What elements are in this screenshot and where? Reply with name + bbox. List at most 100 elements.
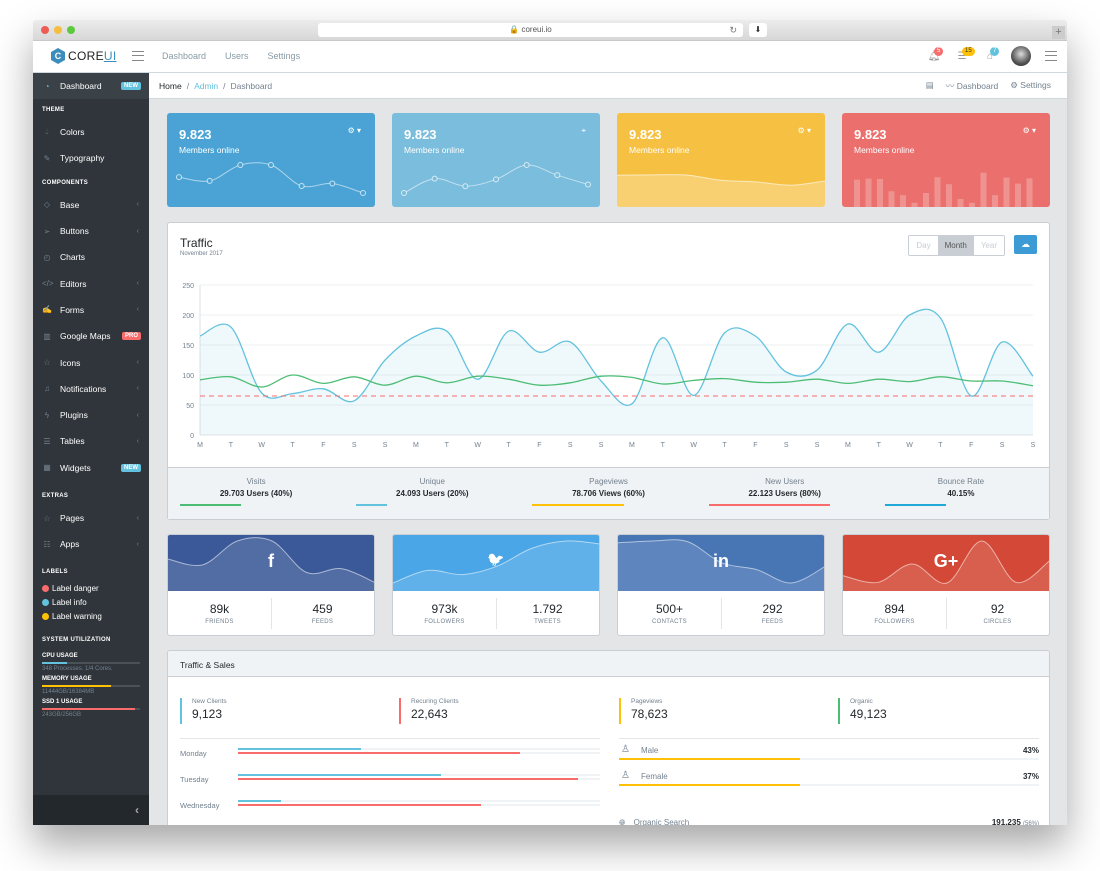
map-pin-icon[interactable]: ⌖ bbox=[581, 126, 586, 136]
util-progress-fill bbox=[42, 685, 111, 688]
energy-icon: ϟ bbox=[44, 410, 50, 420]
label-danger[interactable]: Label danger bbox=[33, 581, 149, 595]
widget-bar bbox=[900, 195, 906, 207]
aside-toggle-icon[interactable] bbox=[1045, 51, 1057, 61]
top-nav-dashboard[interactable]: Dashboard bbox=[162, 51, 206, 61]
x-tick-label: T bbox=[290, 442, 295, 449]
breadcrumb-menu-dashboard[interactable]: 〰 Dashboard bbox=[946, 80, 998, 92]
new-tab-button[interactable]: + bbox=[1052, 26, 1065, 39]
label-info[interactable]: Label info bbox=[33, 595, 149, 609]
download-icon[interactable]: ⬇ bbox=[749, 23, 767, 37]
x-tick-label: S bbox=[352, 442, 357, 449]
social-stat: 973k FOLLOWERS bbox=[393, 591, 496, 635]
top-nav-users[interactable]: Users bbox=[225, 51, 249, 61]
traffic-stat: Unique 24.093 Users (20%) bbox=[344, 468, 520, 519]
gear-icon[interactable]: ⚙ ▾ bbox=[1023, 126, 1036, 135]
sidebar-item-editors[interactable]: </> Editors ‹ bbox=[33, 270, 149, 296]
sidebar-item-charts[interactable]: ◴ Charts bbox=[33, 244, 149, 270]
bell-icon[interactable]: 🔔︎ 5 bbox=[927, 46, 944, 62]
map-pin-icon[interactable]: ⌂ 7 bbox=[983, 46, 1000, 62]
period-toggle: Day Month Year bbox=[908, 235, 1005, 256]
layers-icon: ☷ bbox=[43, 539, 51, 549]
social-stat: 89k FRIENDS bbox=[168, 591, 271, 635]
sidebar-item-icons[interactable]: ☆ Icons ‹ bbox=[33, 349, 149, 375]
traffic-stat-value: 24.093 Users (20%) bbox=[396, 489, 469, 498]
social-stat-value: 89k bbox=[209, 602, 230, 616]
y-tick-label: 50 bbox=[186, 403, 194, 410]
util-title: CPU USAGE bbox=[42, 653, 78, 660]
social-stat-label: CIRCLES bbox=[983, 619, 1012, 625]
sidebar-item-buttons[interactable]: ➢ Buttons ‹ bbox=[33, 218, 149, 244]
sidebar-item-typography[interactable]: ✎ Typography bbox=[33, 145, 149, 171]
sidebar-item-plugins[interactable]: ϟ Plugins ‹ bbox=[33, 402, 149, 428]
list-icon[interactable]: ☰ 15 bbox=[955, 46, 975, 62]
breadcrumb-dashboard: Dashboard bbox=[230, 80, 273, 91]
gear-icon[interactable]: ⚙ ▾ bbox=[348, 126, 361, 135]
sidebar-minimizer[interactable]: ‹ bbox=[33, 795, 149, 825]
sidebar-item-forms[interactable]: ✍ Forms ‹ bbox=[33, 297, 149, 323]
chevron-left-icon: ‹ bbox=[136, 227, 139, 235]
traffic-subtitle: November 2017 bbox=[180, 251, 223, 257]
drop-icon: 💧︎ bbox=[45, 127, 49, 137]
logo[interactable]: C COREUI bbox=[51, 48, 116, 64]
label-warning[interactable]: Label warning bbox=[33, 609, 149, 623]
traffic-chart: 0 50 100 150 200 250 M T W T F S S M T W T F S S M T W T F S S M T W T… bbox=[182, 283, 1035, 449]
social-stat-value: 92 bbox=[990, 602, 1005, 616]
cloud-download-button[interactable]: ☁ bbox=[1014, 235, 1037, 254]
top-nav-settings[interactable]: Settings bbox=[268, 51, 301, 61]
close-window-button[interactable] bbox=[41, 26, 49, 34]
sidebar-item-pages[interactable]: ☆ Pages ‹ bbox=[33, 505, 149, 531]
callout: New Clients 9,123 bbox=[180, 698, 227, 724]
breadcrumb-menu-settings[interactable]: ⚙ Settings bbox=[1010, 80, 1051, 91]
x-tick-label: T bbox=[661, 442, 666, 449]
chevron-left-icon: ‹ bbox=[136, 411, 139, 419]
maximize-window-button[interactable] bbox=[67, 26, 75, 34]
new-badge: NEW bbox=[121, 82, 141, 90]
widget-point bbox=[523, 162, 530, 168]
sidebar-item-base[interactable]: ◇ Base ‹ bbox=[33, 192, 149, 218]
x-tick-label: T bbox=[229, 442, 234, 449]
series-area bbox=[200, 309, 1033, 435]
util-progress bbox=[42, 685, 140, 688]
util-ssd: SSD 1 USAGE 243GB/256GB bbox=[42, 699, 140, 718]
widget-point bbox=[268, 162, 274, 168]
period-month-button[interactable]: Month bbox=[937, 236, 974, 255]
x-tick-label: S bbox=[815, 442, 820, 449]
breadcrumb-home[interactable]: Home bbox=[159, 81, 182, 91]
period-year-button[interactable]: Year bbox=[973, 236, 1004, 255]
url-bar[interactable]: 🔒 coreui.io ↻ bbox=[318, 23, 743, 37]
sidebar-item-widgets[interactable]: ▦ Widgets NEW bbox=[33, 455, 149, 481]
divider bbox=[619, 738, 1039, 739]
x-tick-label: F bbox=[753, 442, 757, 449]
social-stat-label: TWEETS bbox=[534, 619, 561, 625]
social-header: in bbox=[618, 535, 824, 591]
callout-label: Recuring Clients bbox=[411, 698, 459, 705]
sidebar-item-tables[interactable]: ☰ Tables ‹ bbox=[33, 428, 149, 454]
period-day-button[interactable]: Day bbox=[909, 236, 938, 255]
speech-icon[interactable]: ▤ bbox=[926, 80, 934, 91]
minimize-window-button[interactable] bbox=[54, 26, 62, 34]
sidebar-item-notifications[interactable]: ♫ Notifications ‹ bbox=[33, 376, 149, 402]
sidebar-item-label: Charts bbox=[60, 252, 86, 263]
reload-icon[interactable]: ↻ bbox=[729, 23, 737, 37]
sidebar-item-dashboard[interactable]: ◔ Dashboard NEW bbox=[33, 73, 149, 99]
gear-icon[interactable]: ⚙ ▾ bbox=[798, 126, 811, 135]
sidebar-item-label: Colors bbox=[60, 127, 85, 138]
traffic-stat-value: 40.15% bbox=[947, 489, 975, 498]
sidebar-item-apps[interactable]: ☷ Apps ‹ bbox=[33, 531, 149, 557]
graph-icon: 〰 bbox=[945, 80, 955, 91]
breadcrumb-admin[interactable]: Admin bbox=[194, 81, 218, 91]
traffic-stat-progress bbox=[356, 504, 387, 506]
avatar[interactable] bbox=[1011, 46, 1031, 66]
widget-sparkline bbox=[854, 172, 1033, 207]
widget-bar bbox=[957, 198, 964, 207]
sidebar-item-label: Plugins bbox=[60, 410, 88, 421]
social-stat-value: 292 bbox=[762, 602, 783, 616]
top-nav: Dashboard Users Settings bbox=[162, 51, 300, 61]
util-memory: MEMORY USAGE 11444GB/16384MB bbox=[42, 676, 140, 695]
globe-icon: 🌐︎ bbox=[619, 818, 626, 825]
util-sub: 348 Processes. 1/4 Cores. bbox=[42, 666, 113, 673]
sidebar-item-google-maps[interactable]: ▥ Google Maps PRO bbox=[33, 323, 149, 349]
sidebar-toggle-icon[interactable] bbox=[132, 51, 144, 61]
sidebar-item-colors[interactable]: 💧︎ Colors bbox=[33, 119, 149, 145]
